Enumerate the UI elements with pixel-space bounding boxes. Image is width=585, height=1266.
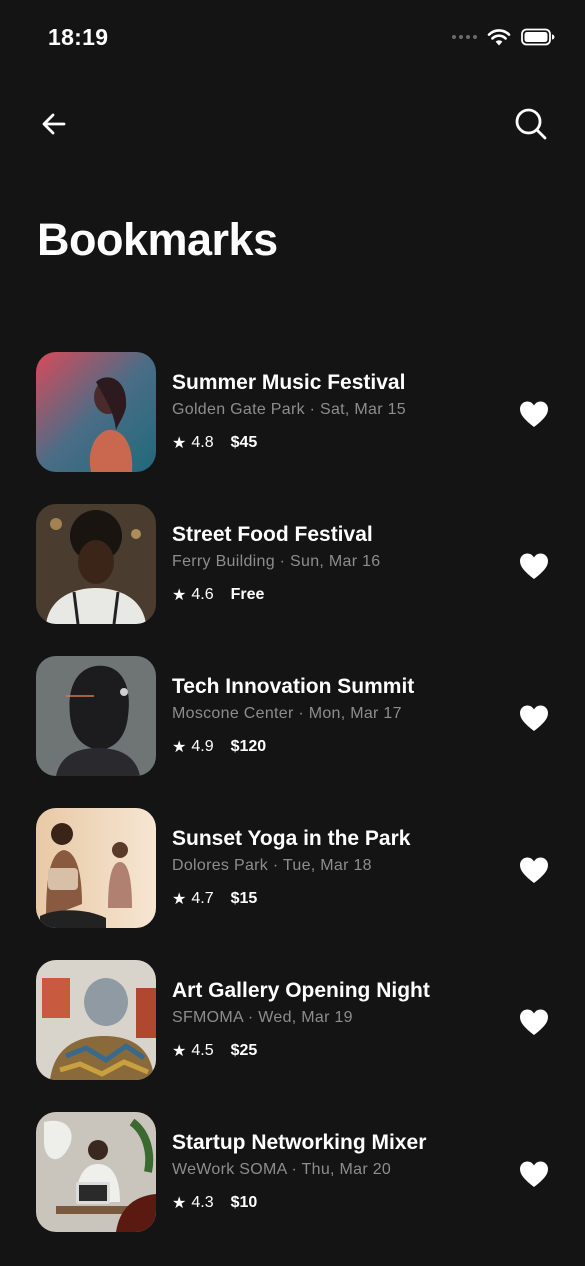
event-thumbnail bbox=[36, 504, 156, 624]
heart-icon bbox=[520, 553, 548, 579]
event-price: $15 bbox=[230, 890, 258, 907]
event-location-date: WeWork SOMA · Thu, Mar 20 bbox=[172, 1161, 392, 1178]
event-price: $25 bbox=[230, 1042, 258, 1059]
event-price: $120 bbox=[230, 738, 267, 755]
cellular-signal-icon bbox=[452, 35, 477, 39]
heart-icon bbox=[520, 401, 548, 427]
list-item[interactable]: Startup Networking Mixer WeWork SOMA · T… bbox=[0, 1112, 585, 1264]
event-location-date: Dolores Park · Tue, Mar 18 bbox=[172, 857, 372, 874]
bookmark-list: Summer Music Festival Golden Gate Park ·… bbox=[0, 352, 585, 1264]
status-icons bbox=[452, 26, 555, 48]
event-price: Free bbox=[230, 586, 265, 603]
event-title: Art Gallery Opening Night bbox=[172, 979, 430, 1002]
heart-icon bbox=[520, 1009, 548, 1035]
event-rating: 4.5 bbox=[191, 1042, 214, 1059]
star-icon: ★ bbox=[172, 435, 187, 452]
event-rating: 4.3 bbox=[191, 1194, 214, 1211]
event-title: Tech Innovation Summit bbox=[172, 675, 415, 698]
event-title: Summer Music Festival bbox=[172, 371, 406, 394]
event-rating: 4.9 bbox=[191, 738, 214, 755]
star-icon: ★ bbox=[172, 587, 187, 604]
bookmark-toggle-button[interactable] bbox=[516, 396, 552, 432]
event-title: Startup Networking Mixer bbox=[172, 1131, 427, 1154]
event-location-date: SFMOMA · Wed, Mar 19 bbox=[172, 1009, 353, 1026]
star-icon: ★ bbox=[172, 739, 187, 756]
event-rating: 4.7 bbox=[191, 890, 214, 907]
star-icon: ★ bbox=[172, 1195, 187, 1212]
wifi-icon bbox=[487, 29, 511, 46]
event-rating: 4.6 bbox=[191, 586, 214, 603]
search-button[interactable] bbox=[509, 102, 553, 146]
event-thumbnail bbox=[36, 960, 156, 1080]
event-location-date: Moscone Center · Mon, Mar 17 bbox=[172, 705, 402, 722]
event-thumbnail bbox=[36, 808, 156, 928]
list-item[interactable]: Art Gallery Opening Night SFMOMA · Wed, … bbox=[0, 960, 585, 1112]
star-icon: ★ bbox=[172, 891, 187, 908]
bookmark-toggle-button[interactable] bbox=[516, 700, 552, 736]
event-meta: ★ 4.9 $120 bbox=[172, 737, 266, 757]
arrow-left-icon bbox=[42, 113, 66, 135]
event-location-date: Ferry Building · Sun, Mar 16 bbox=[172, 553, 381, 570]
event-rating: 4.8 bbox=[191, 434, 214, 451]
star-icon: ★ bbox=[172, 1043, 187, 1060]
list-item[interactable]: Sunset Yoga in the Park Dolores Park · T… bbox=[0, 808, 585, 960]
event-meta: ★ 4.5 $25 bbox=[172, 1041, 257, 1061]
bookmark-toggle-button[interactable] bbox=[516, 852, 552, 888]
heart-icon bbox=[520, 705, 548, 731]
bookmark-toggle-button[interactable] bbox=[516, 548, 552, 584]
status-time: 18:19 bbox=[48, 24, 109, 50]
list-item[interactable]: Tech Innovation Summit Moscone Center · … bbox=[0, 656, 585, 808]
event-meta: ★ 4.8 $45 bbox=[172, 433, 257, 453]
battery-icon bbox=[521, 28, 555, 46]
status-bar: 18:19 bbox=[0, 0, 585, 72]
event-meta: ★ 4.3 $10 bbox=[172, 1193, 257, 1213]
event-location-date: Golden Gate Park · Sat, Mar 15 bbox=[172, 401, 406, 418]
heart-icon bbox=[520, 857, 548, 883]
bookmark-toggle-button[interactable] bbox=[516, 1004, 552, 1040]
bookmark-toggle-button[interactable] bbox=[516, 1156, 552, 1192]
page-title: Bookmarks bbox=[37, 214, 278, 265]
event-meta: ★ 4.7 $15 bbox=[172, 889, 257, 909]
event-thumbnail bbox=[36, 656, 156, 776]
event-thumbnail bbox=[36, 352, 156, 472]
event-thumbnail bbox=[36, 1112, 156, 1232]
back-button[interactable] bbox=[32, 102, 76, 146]
search-icon bbox=[515, 108, 547, 140]
event-title: Street Food Festival bbox=[172, 523, 373, 546]
event-title: Sunset Yoga in the Park bbox=[172, 827, 411, 850]
event-price: $10 bbox=[230, 1194, 258, 1211]
heart-icon bbox=[520, 1161, 548, 1187]
event-meta: ★ 4.6 Free bbox=[172, 585, 264, 605]
list-item[interactable]: Street Food Festival Ferry Building · Su… bbox=[0, 504, 585, 656]
event-price: $45 bbox=[230, 434, 258, 451]
list-item[interactable]: Summer Music Festival Golden Gate Park ·… bbox=[0, 352, 585, 504]
